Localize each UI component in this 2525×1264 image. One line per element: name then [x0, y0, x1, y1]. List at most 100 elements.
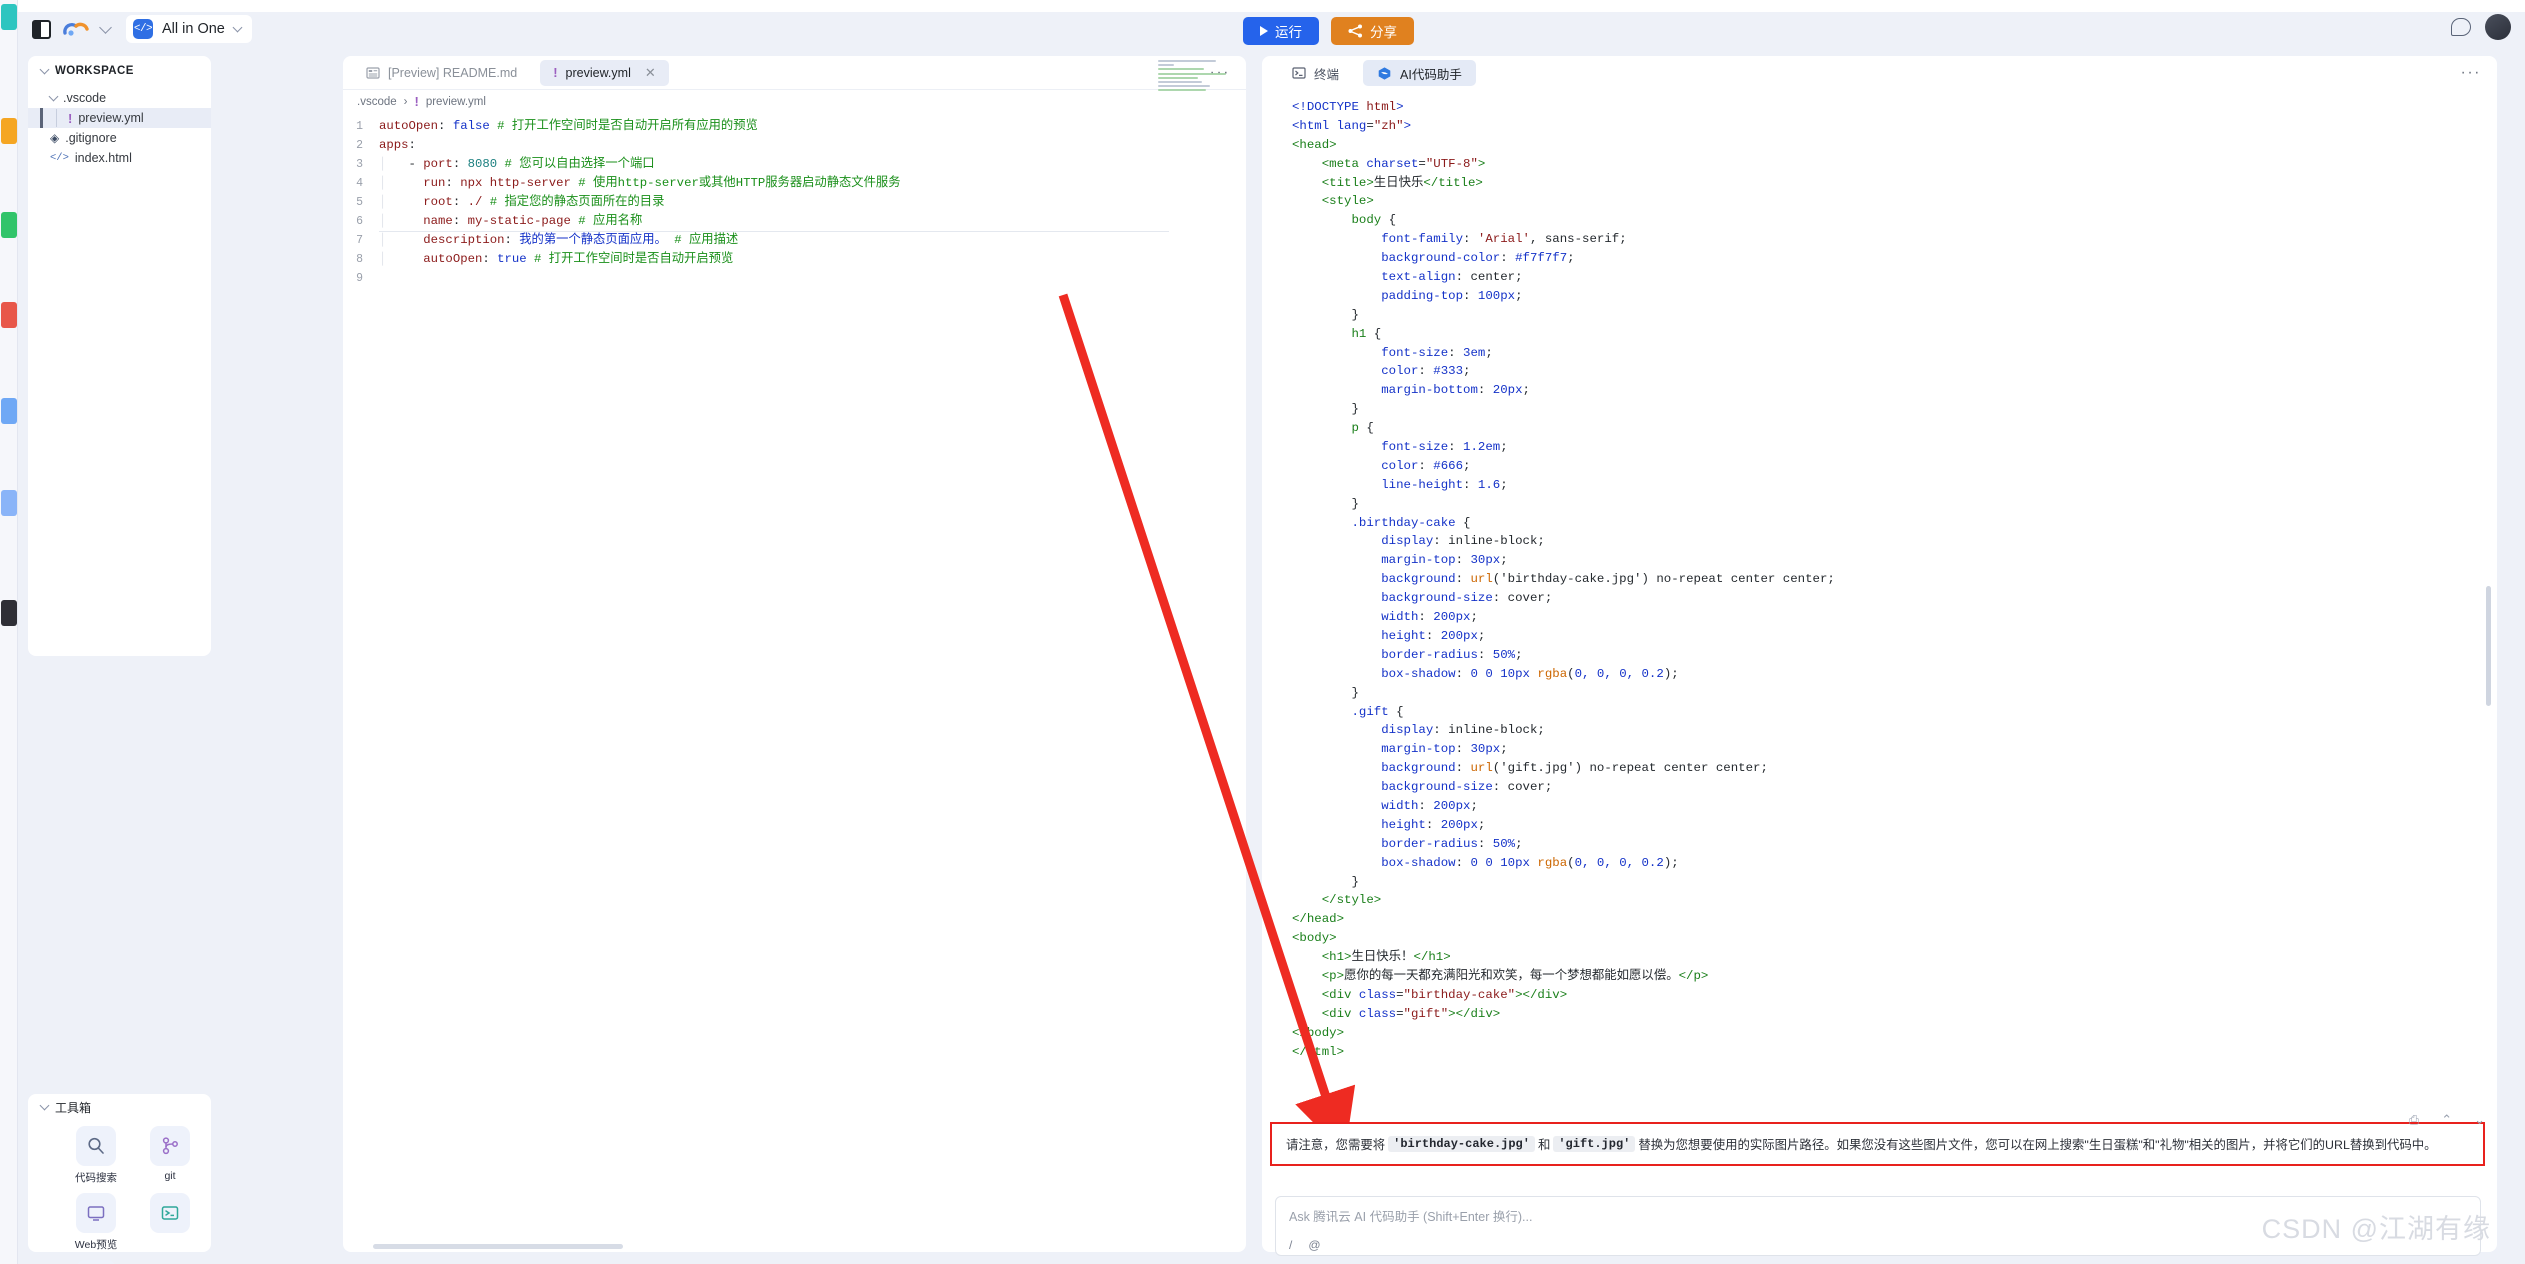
tab-terminal[interactable]: 终端: [1278, 60, 1353, 86]
code-token: :: [1425, 817, 1441, 832]
sidebar-item-gitignore[interactable]: ◈ .gitignore: [28, 128, 211, 148]
code-line: <style>: [1292, 192, 2497, 211]
rail-chip[interactable]: [1, 600, 17, 626]
code-token: , sans-serif;: [1529, 232, 1627, 247]
code-line: }: [1292, 495, 2497, 514]
sidebar-item-preview-yml[interactable]: ! preview.yml: [28, 108, 211, 128]
toolbox-item-terminal[interactable]: [146, 1193, 194, 1252]
user-avatar[interactable]: [2485, 14, 2511, 40]
rail-chip[interactable]: [1, 302, 17, 328]
chat-bubble-icon[interactable]: [2451, 18, 2471, 36]
code-token: {: [1381, 213, 1397, 228]
code-token: : inline-block;: [1433, 723, 1545, 738]
code-token: font-family: [1292, 232, 1464, 247]
rail-chip[interactable]: [1, 4, 17, 30]
code-token: -: [393, 157, 424, 171]
code-token: }: [1292, 874, 1359, 889]
code-token: 1.6: [1477, 477, 1501, 492]
code-token: :: [1500, 251, 1516, 266]
copy-icon[interactable]: ⎙: [2409, 1112, 2419, 1128]
mention-icon[interactable]: @: [1308, 1238, 1320, 1252]
sidebar-item-vscode[interactable]: .vscode: [28, 88, 211, 108]
code-token: 生日快乐: [1373, 175, 1424, 190]
toolbox-item-git[interactable]: git: [146, 1126, 194, 1185]
tab-preview-yml[interactable]: ! preview.yml ✕: [540, 59, 669, 86]
toolbox-chevron-icon[interactable]: [39, 1100, 50, 1111]
tab-readme-preview[interactable]: [Preview] README.md: [353, 60, 530, 86]
code-token: lang: [1336, 118, 1367, 133]
tab-label: AI代码助手: [1400, 67, 1462, 82]
code-line: background-size: cover;: [1292, 589, 2497, 608]
code-token: :: [1455, 761, 1471, 776]
code-token: :: [1463, 232, 1478, 247]
right-panel-scrollbar[interactable]: [2486, 586, 2491, 706]
code-token: margin-top: [1292, 742, 1456, 757]
code-token: ('birthday-cake.jpg') no-repeat center c…: [1492, 572, 1835, 587]
toolbox-header[interactable]: 工具箱: [28, 1094, 211, 1120]
code-line: .birthday-cake {: [1292, 514, 2497, 533]
workspace-header[interactable]: WORKSPACE: [28, 56, 211, 86]
code-token: <body>: [1292, 931, 1337, 946]
chevron-up-icon[interactable]: ⌃: [2441, 1112, 2452, 1128]
editor-horizontal-scrollbar[interactable]: [373, 1244, 623, 1249]
code-token: }: [1292, 402, 1359, 417]
code-token: ;: [1515, 647, 1523, 662]
rail-chip[interactable]: [1, 118, 17, 144]
ai-assistant-panel: 终端 AI代码助手 ··· <!DOCTYPE html> <html lang=…: [1262, 56, 2497, 1252]
sidebar-item-index-html[interactable]: </> index.html: [28, 148, 211, 168]
code-token: (: [1567, 855, 1575, 870]
project-chevron-icon[interactable]: [232, 22, 243, 33]
toggle-sidebar-icon[interactable]: [32, 19, 51, 39]
project-selector[interactable]: </> All in One: [126, 15, 252, 43]
code-token: ;: [1500, 477, 1508, 492]
code-token: <div: [1292, 1006, 1359, 1021]
logo-chevron-icon[interactable]: [99, 21, 112, 34]
run-button[interactable]: 运行: [1243, 17, 1319, 45]
right-panel-more-icon[interactable]: ···: [2461, 64, 2481, 82]
rail-chip[interactable]: [1, 398, 17, 424]
note-prefix: 请注意，您需要将: [1286, 1138, 1386, 1152]
code-token: :: [1425, 628, 1441, 643]
toolbox-item-tencent-cloud[interactable]: [72, 1260, 120, 1264]
editor-minimap[interactable]: [1158, 60, 1232, 100]
code-token: }: [1292, 685, 1359, 700]
toolbox-panel: 工具箱 代码搜索 git Web预览: [28, 1094, 211, 1264]
folder-chevron-icon[interactable]: [48, 91, 59, 102]
workspace-ide-screenshot: </> All in One 运行 分享 WORKSPACE .vscode !…: [0, 0, 2525, 1264]
tencent-cloud-icon: [76, 1260, 116, 1264]
code-token: # 打开工作空间时是否自动开启所有应用的预览: [497, 119, 758, 133]
code-token: ;: [1477, 817, 1486, 832]
tab-ai-assistant[interactable]: AI代码助手: [1363, 60, 1476, 86]
code-token: "zh": [1373, 118, 1404, 133]
breadcrumb-folder[interactable]: .vscode: [357, 96, 397, 108]
code-token: # 使用http-server或其他HTTP服务器启动静态文件服务: [578, 176, 901, 190]
share-button[interactable]: 分享: [1331, 17, 1414, 45]
code-token: 我的第一个静态页面应用。: [519, 233, 667, 247]
code-token: url: [1470, 761, 1493, 776]
chevron-down-icon[interactable]: ⌄: [2474, 1112, 2485, 1128]
file-label: index.html: [74, 151, 132, 165]
code-line: line-height: 1.6;: [1292, 476, 2497, 495]
code-token: <div: [1292, 987, 1359, 1002]
workspace-chevron-icon[interactable]: [39, 64, 50, 75]
code-line: <meta charset="UTF-8">: [1292, 155, 2497, 174]
code-line: background-size: cover;: [1292, 778, 2497, 797]
code-token: 100px: [1477, 288, 1516, 303]
code-token: border-radius: [1292, 836, 1478, 851]
yaml-code-view[interactable]: 1 autoOpen: false # 打开工作空间时是否自动开启所有应用的预览 2…: [343, 113, 1246, 288]
file-label: preview.yml: [78, 111, 144, 125]
app-logo-icon[interactable]: [63, 19, 89, 39]
code-token: ;: [1522, 383, 1530, 398]
code-line: 5 │ root: ./ # 指定您的静态页面所在的目录: [343, 193, 1246, 212]
close-icon[interactable]: ✕: [645, 65, 656, 81]
code-token: :: [1477, 383, 1493, 398]
rail-chip[interactable]: [1, 490, 17, 516]
slash-command-icon[interactable]: /: [1289, 1238, 1292, 1252]
breadcrumb-file[interactable]: preview.yml: [426, 96, 486, 108]
toolbox-item-code-search[interactable]: 代码搜索: [72, 1126, 120, 1185]
toolbox-item-web-preview[interactable]: Web预览: [72, 1193, 120, 1252]
rail-chip[interactable]: [1, 212, 17, 238]
code-token: 30px: [1470, 742, 1501, 757]
code-token: =: [1396, 987, 1404, 1002]
